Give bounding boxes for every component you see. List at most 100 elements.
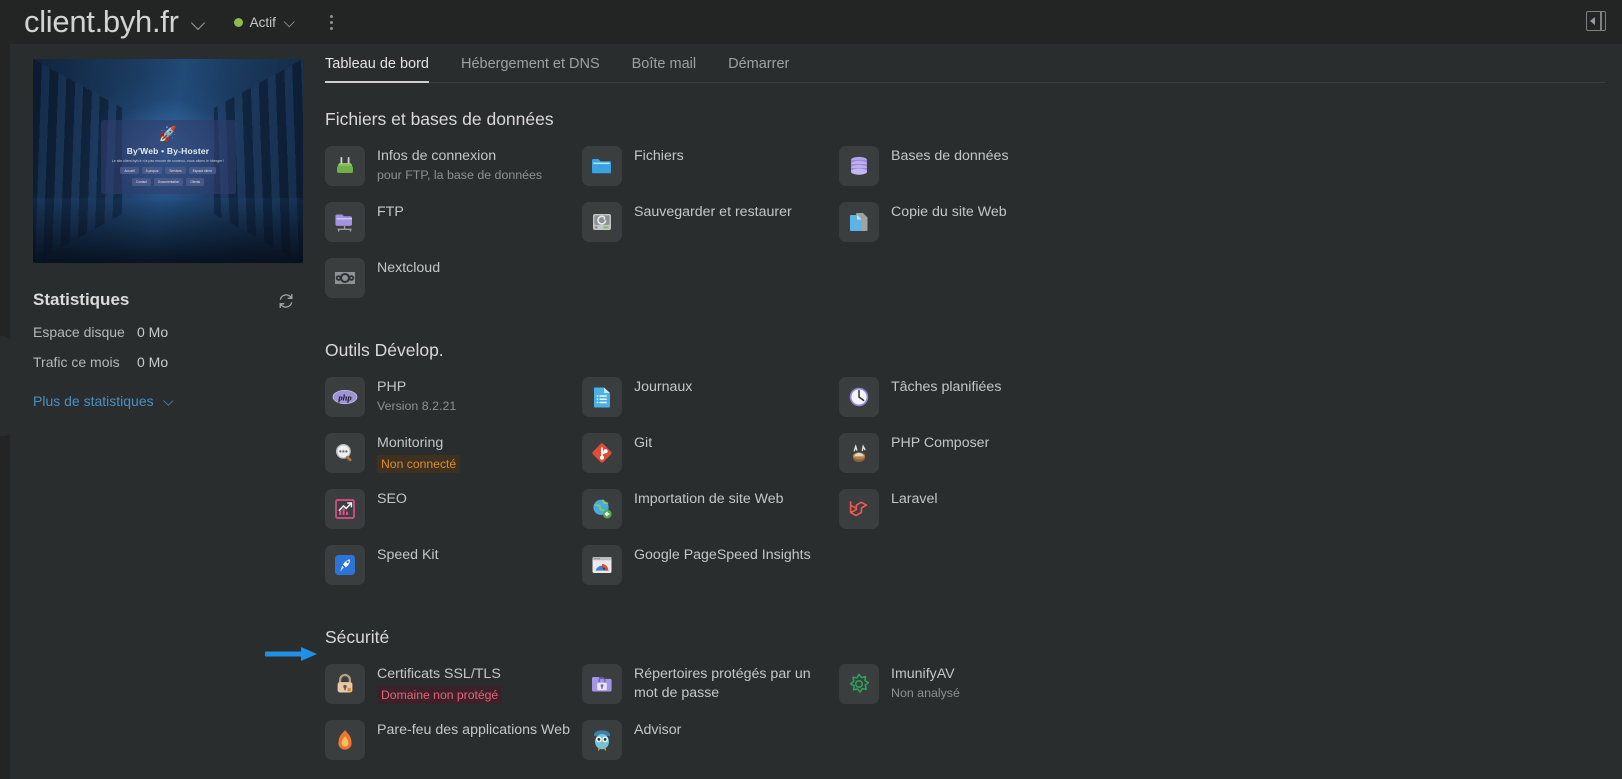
tool-label: Copie du site Web xyxy=(891,204,1007,220)
page-title: client.byh.fr xyxy=(24,5,206,39)
rocket-icon: 🚀 xyxy=(158,126,178,144)
protected-folder-icon xyxy=(582,664,622,704)
pagespeed-icon xyxy=(582,545,622,585)
statistics-panel: Statistiques Espace disque 0 Mo Trafic c… xyxy=(33,290,303,411)
main-content: Tableau de bord Hébergement et DNS Boîte… xyxy=(325,56,1605,776)
tab-bar: Tableau de bord Hébergement et DNS Boîte… xyxy=(325,56,1605,83)
rocket-icon xyxy=(325,545,365,585)
more-statistics-link[interactable]: Plus de statistiques xyxy=(33,393,176,409)
collapsed-side-panel[interactable]: ⠿ xyxy=(0,336,10,436)
tool-taches-planifiees[interactable]: Tâches planifiées xyxy=(839,377,1096,417)
section-title-files: Fichiers et bases de données xyxy=(325,109,554,129)
preview-button: Contact xyxy=(131,178,151,186)
tool-laravel[interactable]: Laravel xyxy=(839,489,1096,529)
preview-button: Accueil xyxy=(120,167,139,175)
more-options-icon[interactable] xyxy=(323,10,341,34)
tool-label: Certificats SSL/TLS xyxy=(377,666,501,682)
tool-php-composer[interactable]: PHP Composer xyxy=(839,433,1096,473)
tool-bases-de-donnees[interactable]: Bases de données xyxy=(839,146,1096,186)
tool-google-pagespeed-insights[interactable]: Google PageSpeed Insights xyxy=(582,545,839,585)
chevron-down-icon[interactable] xyxy=(284,16,295,27)
tab-hebergement-et-dns[interactable]: Hébergement et DNS xyxy=(461,56,600,82)
tool-label: Monitoring xyxy=(377,435,444,451)
tool-label: Git xyxy=(634,435,653,451)
lock-icon xyxy=(325,664,365,704)
tool-copie-du-site-web[interactable]: Copie du site Web xyxy=(839,202,1096,242)
stat-label: Trafic ce mois xyxy=(33,354,120,370)
statistics-title: Statistiques xyxy=(33,290,130,309)
preview-button: Services xyxy=(165,167,186,175)
status-badge: Domaine non protégé xyxy=(377,686,503,704)
tool-sublabel: pour FTP, la base de données xyxy=(377,168,543,182)
status-dot-icon xyxy=(233,17,243,27)
tool-label: Importation de site Web xyxy=(634,491,784,507)
globe-import-icon xyxy=(582,489,622,529)
status-label: Actif xyxy=(249,14,276,30)
tool-label: PHP xyxy=(377,379,407,395)
clock-icon xyxy=(839,377,879,417)
tool-certificats-ssl-tls[interactable]: Certificats SSL/TLS Domaine non protégé xyxy=(325,664,582,704)
monitoring-icon xyxy=(325,433,365,473)
tool-label: Répertoires protégés par un mot de passe xyxy=(634,666,811,701)
tab-boite-mail[interactable]: Boîte mail xyxy=(632,56,696,82)
tool-git[interactable]: Git xyxy=(582,433,839,473)
tool-repertoires-proteges[interactable]: Répertoires protégés par un mot de passe xyxy=(582,664,839,704)
preview-button: Clients xyxy=(186,178,205,186)
folder-icon xyxy=(582,146,622,186)
tab-demarrer[interactable]: Démarrer xyxy=(728,56,789,82)
preview-brand: By'Web • By-Hoster xyxy=(126,146,210,157)
preview-button-row-1: Accueil À propos Services Espace client xyxy=(120,167,216,175)
preview-button-row-2: Contact Documentation Clients xyxy=(131,178,205,186)
tool-sauvegarder-et-restaurer[interactable]: Sauvegarder et restaurer xyxy=(582,202,839,242)
status-badge[interactable]: Actif xyxy=(233,14,297,30)
tool-label: ImunifyAV xyxy=(891,666,955,682)
tool-monitoring[interactable]: Monitoring Non connecté xyxy=(325,433,582,473)
stat-value: 0 Mo xyxy=(137,324,169,340)
tab-tableau-de-bord[interactable]: Tableau de bord xyxy=(325,56,429,83)
tool-ftp[interactable]: FTP xyxy=(325,202,582,242)
tool-label: Bases de données xyxy=(891,148,1009,164)
collapse-panel-icon[interactable] xyxy=(1586,11,1606,31)
preview-button: Espace client xyxy=(188,167,216,175)
tool-nextcloud[interactable]: Nextcloud xyxy=(325,258,582,298)
stat-label: Espace disque xyxy=(33,324,125,340)
laravel-icon xyxy=(839,489,879,529)
database-icon xyxy=(839,146,879,186)
tool-fichiers[interactable]: Fichiers xyxy=(582,146,839,186)
tool-label: Advisor xyxy=(634,722,682,738)
tool-label: Tâches planifiées xyxy=(891,379,1002,395)
tool-infos-de-connexion[interactable]: Infos de connexion pour FTP, la base de … xyxy=(325,146,582,186)
tool-php[interactable]: php PHP Version 8.2.21 xyxy=(325,377,582,417)
tool-journaux[interactable]: Journaux xyxy=(582,377,839,417)
chevron-down-icon[interactable] xyxy=(192,15,206,29)
php-icon: php xyxy=(325,377,365,417)
tool-label: PHP Composer xyxy=(891,435,990,451)
tool-label: Journaux xyxy=(634,379,693,395)
logs-icon xyxy=(582,377,622,417)
tool-advisor[interactable]: Advisor xyxy=(582,720,839,760)
imunify-icon xyxy=(839,664,879,704)
tool-label: SEO xyxy=(377,491,407,507)
section-title-security: Sécurité xyxy=(325,627,390,647)
git-icon xyxy=(582,433,622,473)
tool-seo[interactable]: SEO xyxy=(325,489,582,529)
tool-label: Laravel xyxy=(891,491,938,507)
tool-label: Fichiers xyxy=(634,148,684,164)
hard-drive-icon xyxy=(582,202,622,242)
svg-text:php: php xyxy=(337,392,352,402)
annotation-arrow xyxy=(265,647,317,661)
more-statistics-label: Plus de statistiques xyxy=(33,393,154,409)
tool-label: Sauvegarder et restaurer xyxy=(634,204,792,220)
tool-pare-feu-applications-web[interactable]: Pare-feu des applications Web xyxy=(325,720,582,760)
owl-icon xyxy=(582,720,622,760)
stat-value: 0 Mo xyxy=(137,354,169,370)
top-bar: client.byh.fr Actif xyxy=(0,0,1622,44)
section-grid-files: Infos de connexion pour FTP, la base de … xyxy=(325,146,1605,314)
tool-importation-de-site-web[interactable]: Importation de site Web xyxy=(582,489,839,529)
tool-speed-kit[interactable]: Speed Kit xyxy=(325,545,582,585)
tool-imunifyav[interactable]: ImunifyAV Non analysé xyxy=(839,664,1096,704)
refresh-icon[interactable] xyxy=(277,292,295,310)
site-preview-thumbnail[interactable]: 🚀 By'Web • By-Hoster Le site client.byh.… xyxy=(33,59,303,263)
chevron-down-icon xyxy=(164,395,174,405)
section-grid-security: Certificats SSL/TLS Domaine non protégé … xyxy=(325,664,1605,776)
